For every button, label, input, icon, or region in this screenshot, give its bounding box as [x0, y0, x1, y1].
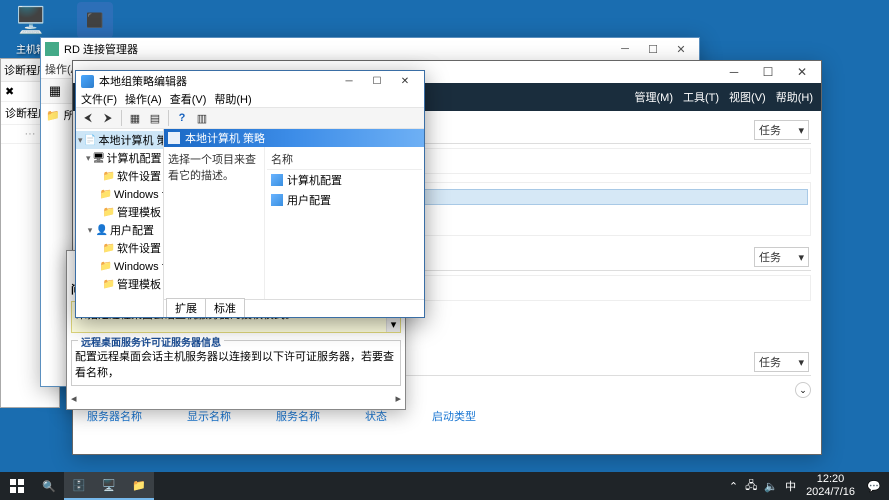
close-button[interactable]: ✕ — [391, 73, 419, 89]
menu-view[interactable]: 查看(V) — [170, 91, 207, 107]
col-display[interactable]: 显示名称 — [187, 408, 231, 424]
gpedit-toolbar: ⮜ ⮞ ▦ ▤ ? ▥ — [76, 107, 424, 129]
menu-tools[interactable]: 工具(T) — [683, 89, 719, 105]
tab-extended[interactable]: 扩展 — [166, 298, 206, 317]
task-server-manager[interactable]: 🗄️ — [64, 472, 94, 500]
tree-node[interactable]: 📁软件设置 — [76, 239, 163, 257]
expand-button[interactable]: ⌄ — [795, 382, 811, 398]
col-service[interactable]: 服务名称 — [276, 408, 320, 424]
rdcm-titlebar[interactable]: RD 连接管理器 ─ ☐ ✕ — [41, 38, 699, 60]
gpedit-tree[interactable]: ▾📄本地计算机 策略▾🖥计算机配置📁软件设置📁Windows 设置📁管理模板▾👤… — [76, 129, 164, 317]
item-computer-config[interactable]: 计算机配置 — [267, 170, 422, 190]
task-rdcm[interactable]: 🖥️ — [94, 472, 124, 500]
maximize-button[interactable]: ☐ — [363, 73, 391, 89]
minimize-button[interactable]: ─ — [717, 62, 751, 82]
column-name[interactable]: 名称 — [267, 149, 422, 170]
gpedit-titlebar[interactable]: 本地组策略编辑器 ─ ☐ ✕ — [76, 71, 424, 91]
computer-icon: 🖥️ — [13, 2, 49, 38]
tree-node[interactable]: 📁Windows 设置 — [76, 185, 163, 203]
tab-standard[interactable]: 标准 — [205, 298, 245, 317]
menu-help[interactable]: 帮助(H) — [776, 89, 813, 105]
item-user-config[interactable]: 用户配置 — [267, 190, 422, 210]
col-server[interactable]: 服务器名称 — [87, 408, 142, 424]
gpedit-right-header: 本地计算机 策略 — [164, 129, 424, 147]
system-tray[interactable]: ⌃ 🖧 🔈 中 — [723, 477, 802, 496]
tray-network-icon[interactable]: 🖧 — [745, 477, 757, 496]
license-info-group: 远程桌面服务许可证服务器信息 配置远程桌面会话主机服务器以连接到以下许可证服务器… — [71, 340, 401, 386]
menu-view[interactable]: 视图(V) — [729, 89, 766, 105]
tray-ime[interactable]: 中 — [785, 478, 796, 494]
tree-node[interactable]: ▾👤用户配置 — [76, 221, 163, 239]
view-btn-2[interactable]: ▤ — [146, 109, 164, 127]
gpedit-title: 本地组策略编辑器 — [99, 73, 335, 89]
menu-manage[interactable]: 管理(M) — [635, 89, 674, 105]
taskbar: 🔍 🗄️ 🖥️ 📁 ⌃ 🖧 🔈 中 12:20 2024/7/16 💬 — [0, 472, 889, 500]
col-start[interactable]: 启动类型 — [432, 408, 476, 424]
computer-config-icon — [271, 174, 283, 186]
col-status[interactable]: 状态 — [365, 408, 387, 424]
rdcm-title: RD 连接管理器 — [64, 41, 611, 57]
gpedit-window: 本地组策略编辑器 ─ ☐ ✕ 文件(F) 操作(A) 查看(V) 帮助(H) ⮜… — [75, 70, 425, 318]
task-explorer[interactable]: 📁 — [124, 472, 154, 500]
tree-node[interactable]: 📁Windows 设置 — [76, 257, 163, 275]
menu-action[interactable]: 操作(A) — [125, 91, 162, 107]
maximize-button[interactable]: ☐ — [639, 40, 667, 58]
minimize-button[interactable]: ─ — [335, 73, 363, 89]
gpedit-menubar: 文件(F) 操作(A) 查看(V) 帮助(H) — [76, 91, 424, 107]
toolbar-btn-1[interactable]: ▦ — [45, 81, 65, 101]
close-button[interactable]: ✕ — [667, 40, 695, 58]
policy-icon — [168, 132, 180, 144]
task-search[interactable]: 🔍 — [34, 472, 64, 500]
gpedit-app-icon — [81, 75, 94, 88]
forward-button[interactable]: ⮞ — [99, 109, 117, 127]
tray-up-icon[interactable]: ⌃ — [729, 480, 738, 493]
taskbar-clock[interactable]: 12:20 2024/7/16 — [802, 473, 859, 498]
task-dropdown[interactable]: 任务▾ — [754, 247, 809, 267]
menu-file[interactable]: 文件(F) — [81, 91, 117, 107]
rdcm-app-icon — [45, 42, 59, 56]
maximize-button[interactable]: ☐ — [751, 62, 785, 82]
gpedit-itemlist: 名称 计算机配置 用户配置 — [264, 147, 424, 299]
task-dropdown[interactable]: 任务▾ — [754, 352, 809, 372]
view-btn-3[interactable]: ▥ — [193, 109, 211, 127]
minimize-button[interactable]: ─ — [611, 40, 639, 58]
windows-icon — [10, 479, 24, 493]
menu-help[interactable]: 帮助(H) — [214, 91, 251, 107]
help-button[interactable]: ? — [173, 109, 191, 127]
tray-sound-icon[interactable]: 🔈 — [764, 480, 778, 493]
tree-node[interactable]: ▾📄本地计算机 策略 — [76, 131, 163, 149]
tree-node[interactable]: 📁管理模板 — [76, 275, 163, 293]
tree-node[interactable]: ▾🖥计算机配置 — [76, 149, 163, 167]
notification-button[interactable]: 💬 — [859, 472, 889, 500]
close-button[interactable]: ✕ — [785, 62, 819, 82]
tree-node[interactable]: 📁管理模板 — [76, 203, 163, 221]
task-dropdown[interactable]: 任务▾ — [754, 120, 809, 140]
back-button[interactable]: ⮜ — [79, 109, 97, 127]
user-config-icon — [271, 194, 283, 206]
gpedit-tabs: 扩展 标准 — [164, 299, 424, 317]
app-icon: ⬛ — [77, 2, 113, 38]
tree-node[interactable]: 📁软件设置 — [76, 167, 163, 185]
start-button[interactable] — [0, 472, 34, 500]
gpedit-description: 选择一个项目来查看它的描述。 — [164, 147, 264, 299]
view-btn-1[interactable]: ▦ — [126, 109, 144, 127]
